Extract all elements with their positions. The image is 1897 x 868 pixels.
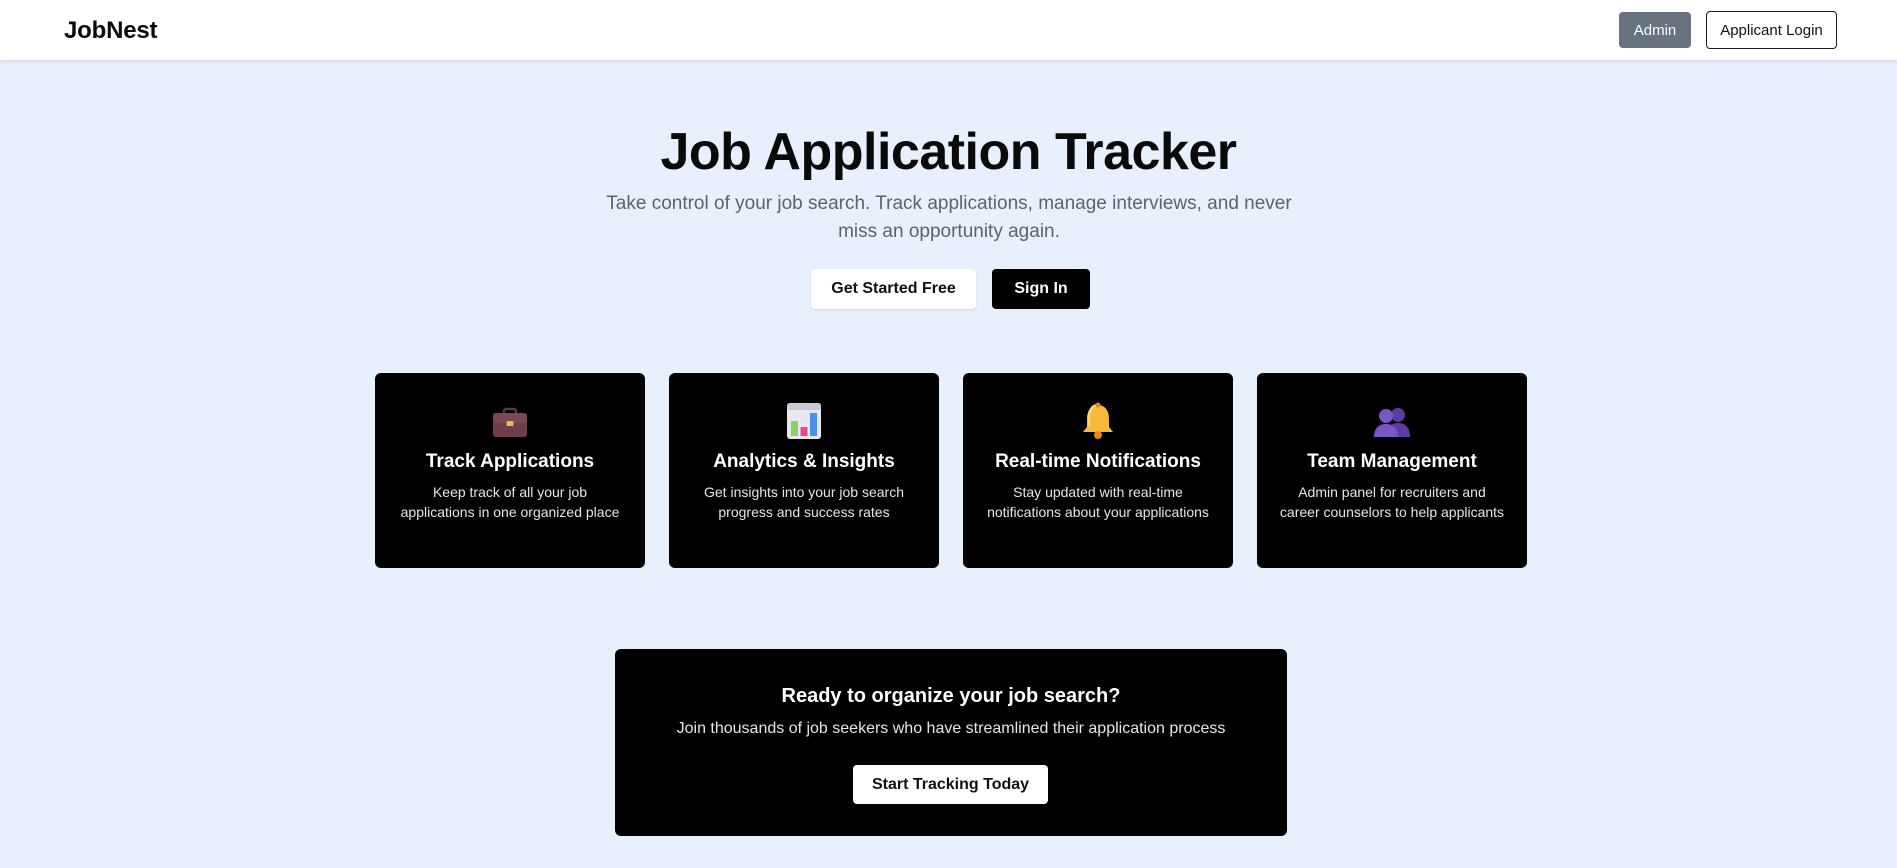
feature-description: Stay updated with real-time notification… <box>987 484 1209 520</box>
hero-subtitle: Take control of your job search. Track a… <box>606 193 1292 242</box>
start-tracking-button[interactable]: Start Tracking Today <box>853 765 1048 804</box>
team-icon <box>1374 408 1410 437</box>
feature-title: Team Management <box>1307 451 1477 472</box>
feature-card-team-management: Team Management Admin panel for recruite… <box>1257 373 1527 568</box>
feature-title: Track Applications <box>425 451 595 472</box>
briefcase-icon <box>493 407 527 437</box>
hero-title: Job Application Tracker <box>660 123 1237 181</box>
feature-card-track-applications: Track Applications Keep track of all you… <box>375 373 645 568</box>
feature-card-notifications: Real-time Notifications Stay updated wit… <box>963 373 1233 568</box>
bar-chart-icon <box>787 403 821 439</box>
sign-in-button[interactable]: Sign In <box>992 269 1090 309</box>
admin-button[interactable]: Admin <box>1619 12 1691 48</box>
get-started-button[interactable]: Get Started Free <box>811 269 976 309</box>
features-grid: Track Applications Keep track of all you… <box>375 373 1528 568</box>
feature-description: Get insights into your job search progre… <box>704 484 904 520</box>
feature-title: Analytics & Insights <box>713 451 895 472</box>
applicant-login-button[interactable]: Applicant Login <box>1706 11 1837 49</box>
feature-card-analytics: Analytics & Insights Get insights into y… <box>669 373 939 568</box>
top-navbar: JobNest Admin Applicant Login <box>0 0 1897 61</box>
feature-description: Keep track of all your job applications … <box>400 484 620 520</box>
cta-panel: Ready to organize your job search? Join … <box>615 649 1287 836</box>
cta-subtitle: Join thousands of job seekers who have s… <box>676 720 1226 737</box>
feature-title: Real-time Notifications <box>995 451 1201 472</box>
cta-title: Ready to organize your job search? <box>781 685 1121 707</box>
brand-logo[interactable]: JobNest <box>64 17 157 45</box>
feature-description: Admin panel for recruiters and career co… <box>1279 484 1505 520</box>
bell-icon <box>1083 402 1113 439</box>
